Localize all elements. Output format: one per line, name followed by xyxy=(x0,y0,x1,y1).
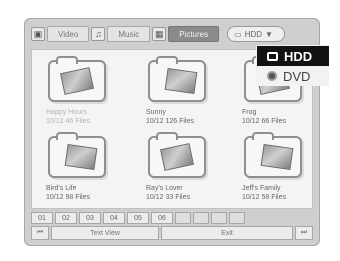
folder-title: Happy Hours xyxy=(46,109,87,116)
page-02-button[interactable]: 02 xyxy=(55,212,77,224)
folder-icon xyxy=(148,56,206,102)
folder-icon xyxy=(148,132,206,178)
exit-button[interactable]: Exit xyxy=(161,226,293,240)
folder-meta: 10/12 126 Files xyxy=(146,118,194,125)
menu-item-dvd[interactable]: DVD xyxy=(257,66,329,86)
disc-icon xyxy=(267,71,277,81)
folder-meta: 10/12 46 Files xyxy=(46,118,90,125)
page-06-button[interactable]: 06 xyxy=(151,212,173,224)
page-slot xyxy=(193,212,209,224)
previous-icon[interactable]: ⏮ xyxy=(31,226,49,240)
bottom-controls: ⏮ Text View Exit ⏭ xyxy=(31,226,313,240)
top-tabs: ▣ Video ♫ Music ▦ Pictures ▭ HDD ▼ xyxy=(31,25,315,43)
folder-meta: 10/12 98 Files xyxy=(46,194,90,201)
page-number-bar: 01 02 03 04 05 06 xyxy=(31,212,313,224)
device-selected-label: HDD xyxy=(244,29,263,39)
page-01-button[interactable]: 01 xyxy=(31,212,53,224)
folder-meta: 10/12 58 Files xyxy=(242,194,286,201)
music-icon[interactable]: ♫ xyxy=(91,27,106,41)
hard-drive-icon xyxy=(267,51,278,61)
page-05-button[interactable]: 05 xyxy=(127,212,149,224)
folder-meta: 10/12 33 Files xyxy=(146,194,190,201)
page-slot xyxy=(211,212,227,224)
folder-title: Frog xyxy=(242,109,257,116)
drive-icon: ▭ xyxy=(234,29,242,39)
page-slot xyxy=(175,212,191,224)
photo-thumbnail xyxy=(160,143,194,171)
photo-thumbnail xyxy=(164,68,198,94)
folder-item-birds-life[interactable]: Bird's Life 10/12 98 Files xyxy=(38,132,120,208)
folder-icon xyxy=(48,56,106,102)
video-icon[interactable]: ▣ xyxy=(31,27,45,41)
folder-item-sunny[interactable]: Sunny 10/12 126 Files xyxy=(138,56,220,132)
pictures-icon[interactable]: ▦ xyxy=(152,27,167,41)
folder-title: Bird's Life xyxy=(46,185,77,192)
folder-item-jeffs-family[interactable]: Jeff's Family 10/12 58 Files xyxy=(234,132,316,208)
folder-item-rays-lover[interactable]: Ray's Lover 10/12 33 Files xyxy=(138,132,220,208)
folder-title: Jeff's Family xyxy=(242,185,281,192)
folder-title: Ray's Lover xyxy=(146,185,183,192)
tab-pictures[interactable]: Pictures xyxy=(168,26,220,42)
tab-music[interactable]: Music xyxy=(107,26,151,42)
menu-item-hdd[interactable]: HDD xyxy=(257,46,329,66)
next-icon[interactable]: ⏭ xyxy=(295,226,313,240)
dvd-label: DVD xyxy=(283,68,311,84)
text-view-button[interactable]: Text View xyxy=(51,226,159,240)
photo-thumbnail xyxy=(260,144,294,170)
folder-icon xyxy=(48,132,106,178)
folder-item-happy-hours[interactable]: Happy Hours 10/12 46 Files xyxy=(38,56,120,132)
folder-meta: 10/12 66 Files xyxy=(242,118,286,125)
folder-title: Sunny xyxy=(146,109,166,116)
page-04-button[interactable]: 04 xyxy=(103,212,125,224)
photo-thumbnail xyxy=(60,67,94,95)
tab-video[interactable]: Video xyxy=(47,26,90,42)
hdd-label: HDD xyxy=(284,48,313,64)
folder-icon xyxy=(244,132,302,178)
device-dropdown-menu: HDD DVD xyxy=(256,45,329,86)
photo-thumbnail xyxy=(64,144,98,170)
chevron-down-icon: ▼ xyxy=(265,29,273,39)
page-slot xyxy=(229,212,245,224)
device-select[interactable]: ▭ HDD ▼ xyxy=(227,26,286,42)
page-03-button[interactable]: 03 xyxy=(79,212,101,224)
